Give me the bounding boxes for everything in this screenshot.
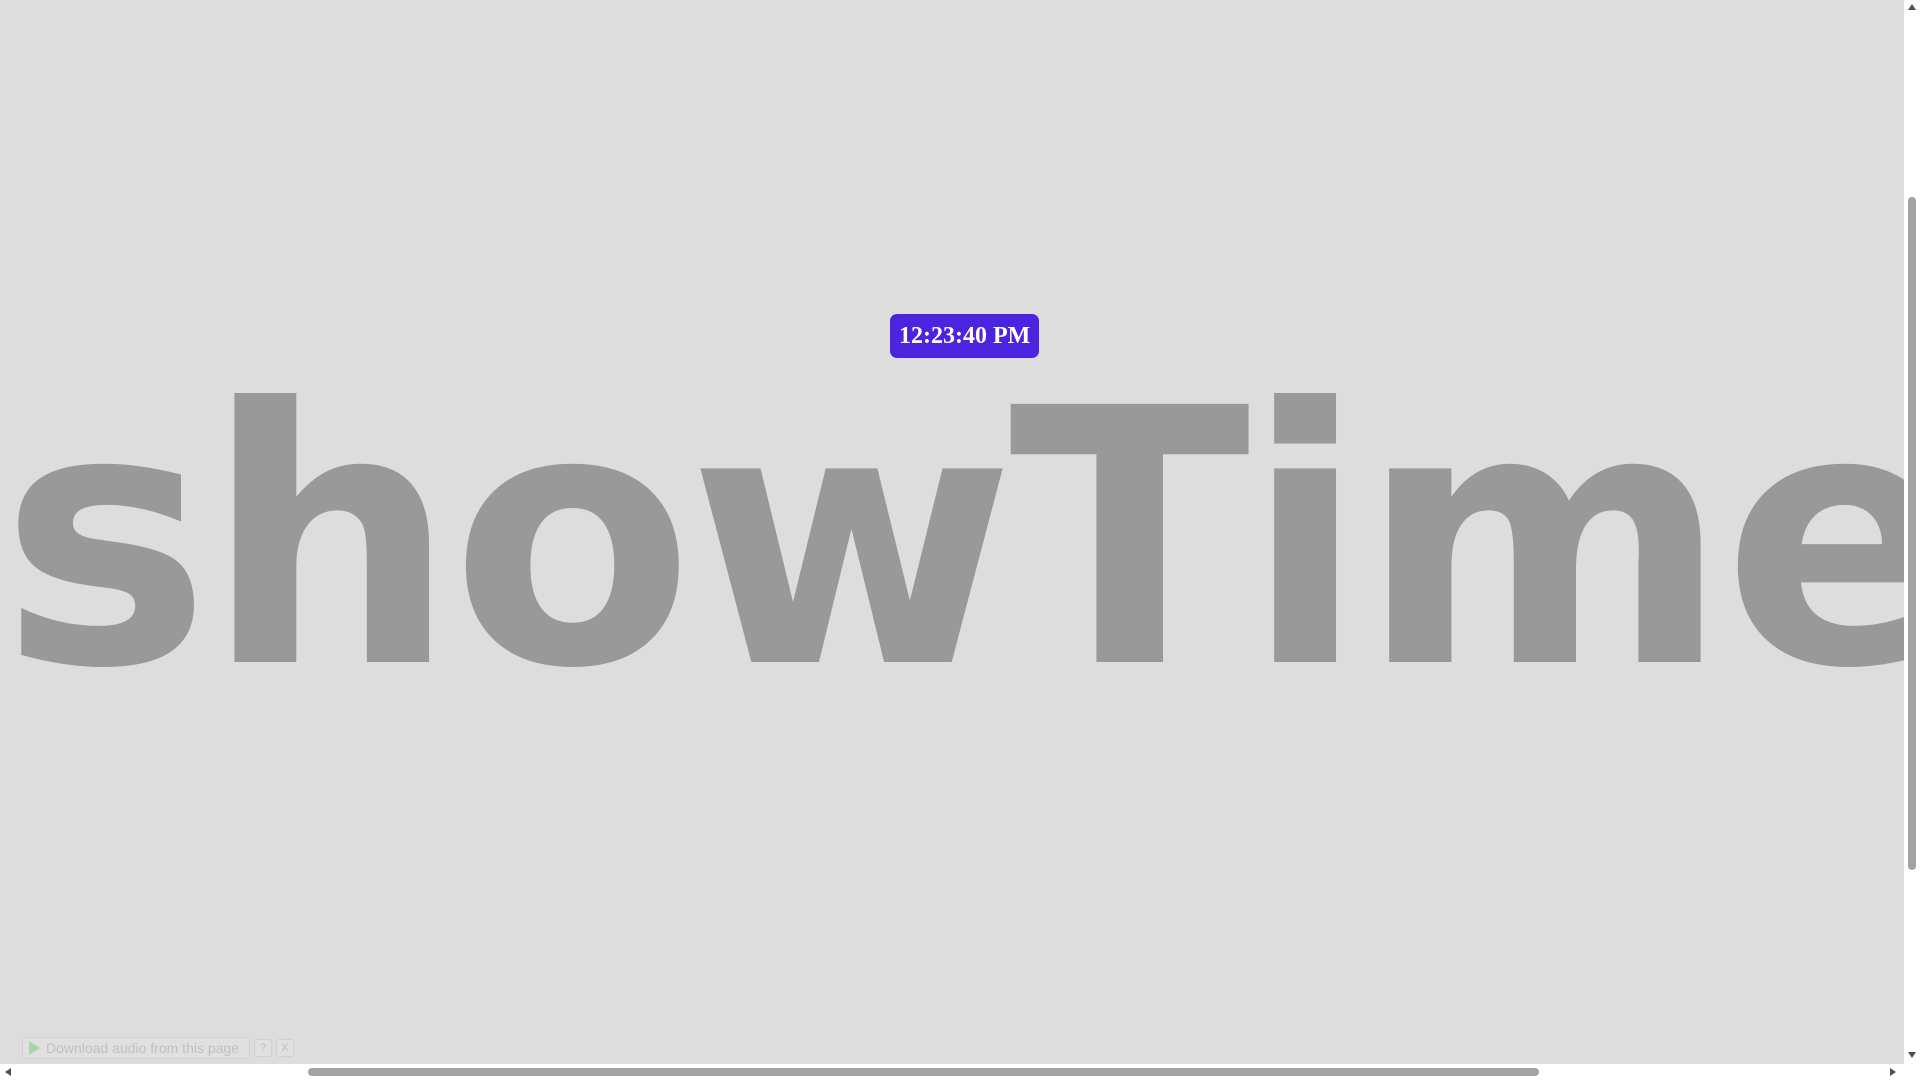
help-button[interactable]: ? (254, 1039, 273, 1057)
show-time-title: showTime (0, 334, 1904, 746)
arrow-right-icon[interactable] (1890, 1068, 1896, 1076)
page-viewport: 12:23:40 PM showTime Download audio from… (0, 0, 1904, 1064)
arrow-down-icon[interactable] (1908, 1052, 1916, 1058)
arrow-left-icon[interactable] (5, 1068, 11, 1076)
scrollbar-corner (1904, 1064, 1920, 1080)
horizontal-scroll-thumb[interactable] (308, 1068, 1539, 1076)
download-audio-button[interactable]: Download audio from this page (22, 1037, 251, 1059)
play-icon (29, 1041, 40, 1055)
arrow-up-icon[interactable] (1908, 4, 1916, 10)
close-button[interactable]: X (276, 1039, 295, 1057)
audio-download-bar: Download audio from this page ? X (22, 1036, 295, 1060)
download-audio-label: Download audio from this page (46, 1040, 240, 1056)
vertical-scrollbar[interactable] (1904, 0, 1920, 1064)
vertical-scroll-thumb[interactable] (1908, 197, 1916, 870)
horizontal-scrollbar[interactable] (0, 1064, 1904, 1080)
